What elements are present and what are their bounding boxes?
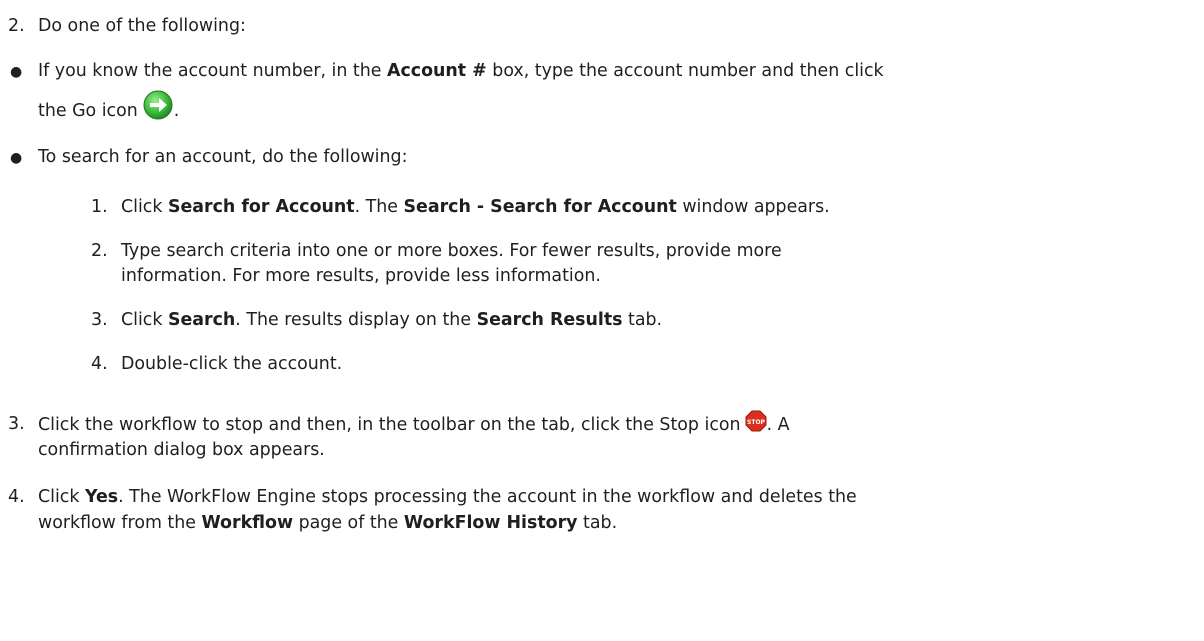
option-2-text: To search for an account, do the followi… xyxy=(38,147,408,167)
step-3-line-2: confirmation dialog box appears. xyxy=(38,440,325,460)
sub-2-number: 2. xyxy=(91,241,108,261)
sub-1-text: Click Search for Account. The Search - S… xyxy=(121,197,830,217)
sub-1-number: 1. xyxy=(91,197,108,217)
step-4-line-2: workflow from the Workflow page of the W… xyxy=(38,513,618,533)
sub-3-number: 3. xyxy=(91,310,108,330)
step-4-number: 4. xyxy=(8,487,25,507)
option-1-line-2: the Go icon. xyxy=(38,89,179,130)
sub-2-line-1: Type search criteria into one or more bo… xyxy=(121,241,782,261)
step-4-line-1: Click Yes. The WorkFlow Engine stops pro… xyxy=(38,487,857,507)
bullet-1: ● xyxy=(10,64,23,80)
sub-3-text: Click Search. The results display on the… xyxy=(121,310,663,330)
step-2-text: Do one of the following: xyxy=(38,16,246,36)
svg-text:STOP: STOP xyxy=(747,419,766,426)
sub-4-number: 4. xyxy=(91,354,108,374)
document-page: 2. Do one of the following: ● If you kno… xyxy=(0,0,1204,641)
step-3-number: 3. xyxy=(8,414,25,434)
stop-sign-icon: STOP xyxy=(745,410,767,441)
step-2-number: 2. xyxy=(8,16,25,36)
sub-4-text: Double-click the account. xyxy=(121,354,343,374)
sub-2-line-2: information. For more results, provide l… xyxy=(121,266,601,286)
option-1-line-1: If you know the account number, in the A… xyxy=(38,61,884,81)
go-arrow-icon xyxy=(142,89,174,130)
bullet-2: ● xyxy=(10,150,23,166)
